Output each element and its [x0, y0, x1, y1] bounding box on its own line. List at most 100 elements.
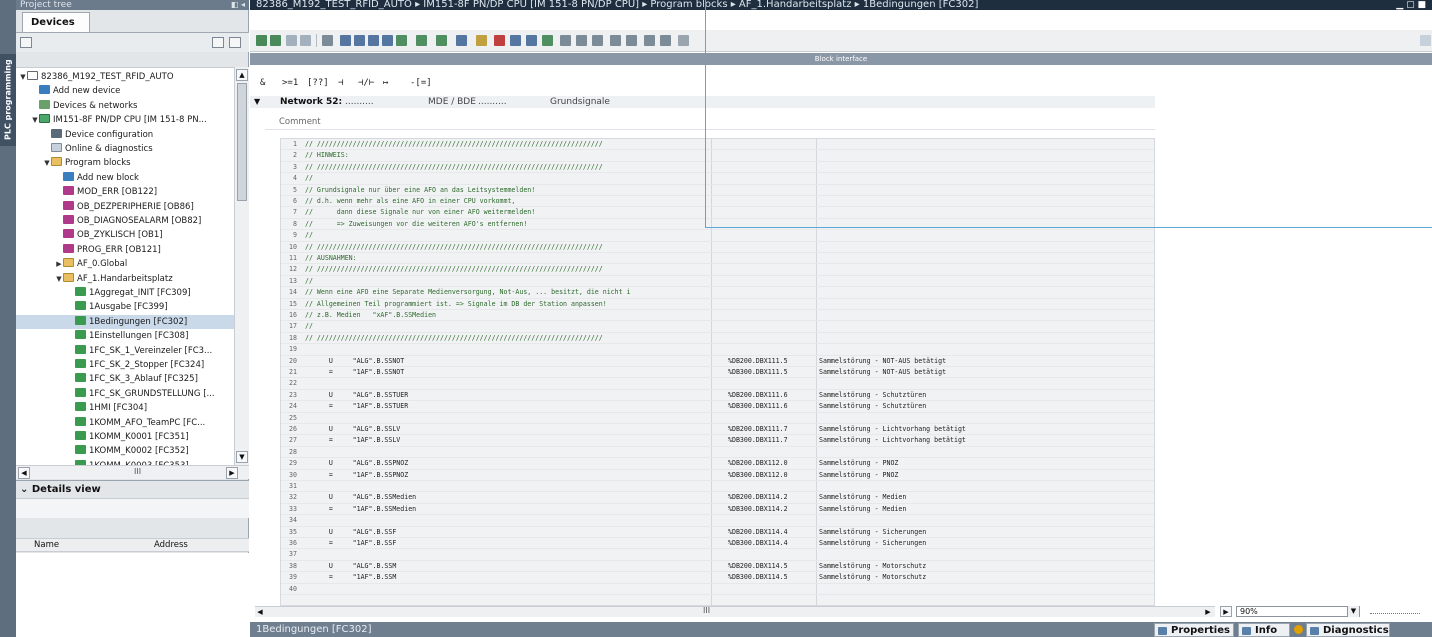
- code-line[interactable]: 38 U "ALG".B.SSM %DB200.DBX114.5 Sammelstö…: [281, 561, 1154, 573]
- zoom-select[interactable]: 90% ▼: [1236, 606, 1360, 617]
- code-line[interactable]: 3 // ////////////////////////////////////…: [281, 162, 1154, 174]
- code-line[interactable]: 24 = "1AF".B.SSTUER %DB300.DBX111.6 Sammel…: [281, 401, 1154, 413]
- collapse-network-icon[interactable]: ▼: [254, 96, 260, 108]
- tree-item[interactable]: 1FC_SK_GRUNDSTELLUNG [...: [16, 387, 234, 401]
- tree-item[interactable]: 1FC_SK_3_Ablauf [FC325]: [16, 372, 234, 386]
- delete-row-icon[interactable]: [300, 35, 311, 46]
- code-line[interactable]: 18 // ///////////////////////////////////…: [281, 333, 1154, 345]
- scroll-right-icon[interactable]: ▶: [1203, 607, 1213, 617]
- tree-item[interactable]: 1FC_SK_2_Stopper [FC324]: [16, 358, 234, 372]
- tree-item[interactable]: ▼ 82386_M192_TEST_RFID_AUTO: [16, 70, 234, 84]
- tab-devices[interactable]: Devices: [22, 12, 90, 32]
- insert-network-icon[interactable]: [256, 35, 267, 46]
- instruction-button[interactable]: &: [260, 78, 265, 88]
- column-address[interactable]: Address: [154, 539, 188, 552]
- plc-programming-tab[interactable]: PLC programming: [0, 54, 16, 146]
- highlight-icon[interactable]: [476, 35, 487, 46]
- cross-reference-icon[interactable]: [660, 35, 671, 46]
- instruction-button[interactable]: ↦: [383, 78, 388, 88]
- tree-item[interactable]: MOD_ERR [OB122]: [16, 185, 234, 199]
- settings-icon[interactable]: [678, 35, 689, 46]
- tree-item[interactable]: OB_ZYKLISCH [OB1]: [16, 228, 234, 242]
- expand-down-icon[interactable]: ▼: [55, 272, 63, 286]
- tree-item[interactable]: PROG_ERR [OB121]: [16, 243, 234, 257]
- find-icon[interactable]: [610, 35, 621, 46]
- step-icon[interactable]: [510, 35, 521, 46]
- tree-item[interactable]: ▶ AF_0.Global: [16, 257, 234, 271]
- insert-row-icon[interactable]: [286, 35, 297, 46]
- tab-properties[interactable]: Properties: [1154, 623, 1234, 637]
- delete-network-icon[interactable]: [270, 35, 281, 46]
- comments-icon[interactable]: [382, 35, 393, 46]
- scroll-right-icon[interactable]: ▶: [226, 467, 238, 479]
- tree-item[interactable]: Add new device: [16, 84, 234, 98]
- chevron-down-icon[interactable]: ▼: [1347, 606, 1359, 617]
- tree-item[interactable]: 1HMI [FC304]: [16, 401, 234, 415]
- code-line[interactable]: 28: [281, 447, 1154, 459]
- absolute-operands-icon[interactable]: [322, 35, 333, 46]
- code-line[interactable]: 19: [281, 344, 1154, 356]
- tree-item[interactable]: 1KOMM_K0001 [FC351]: [16, 430, 234, 444]
- details-view-header[interactable]: ⌄ Details view: [16, 480, 249, 498]
- code-line[interactable]: 5 // Grundsignale nur über eine AFO an da…: [281, 185, 1154, 196]
- code-line[interactable]: 1 // ////////////////////////////////////…: [281, 139, 1154, 151]
- options-icon[interactable]: [1420, 35, 1431, 46]
- code-line[interactable]: 32 U "ALG".B.SSMedien %DB200.DBX114.2 Samm…: [281, 492, 1154, 504]
- call-hierarchy-icon[interactable]: [644, 35, 655, 46]
- instruction-button[interactable]: -[=]: [410, 78, 432, 88]
- code-line[interactable]: 27 = "1AF".B.SSLV %DB300.DBX111.7 Sammelst…: [281, 435, 1154, 447]
- network-comment[interactable]: Comment: [265, 114, 1155, 130]
- tree-item[interactable]: OB_DEZPERIPHERIE [OB86]: [16, 200, 234, 214]
- run-icon[interactable]: [542, 35, 553, 46]
- tab-info[interactable]: Info: [1238, 623, 1290, 637]
- tree-item[interactable]: 1KOMM_K0002 [FC352]: [16, 444, 234, 458]
- step-over-icon[interactable]: [526, 35, 537, 46]
- tree-item[interactable]: ▼ AF_1.Handarbeitsplatz: [16, 272, 234, 286]
- code-line[interactable]: 8 // => Zuweisungen vor die weiteren AFO'…: [281, 219, 1154, 231]
- expand-down-icon[interactable]: ▼: [43, 156, 51, 170]
- code-line[interactable]: 31: [281, 481, 1154, 493]
- code-line[interactable]: 21 = "1AF".B.SSNOT %DB300.DBX111.5 Sammels…: [281, 367, 1154, 379]
- code-line[interactable]: 14 // Wenn eine AFO eine Separate Medienv…: [281, 287, 1154, 299]
- tab-diagnostics[interactable]: Diagnostics: [1306, 623, 1390, 637]
- tree-item[interactable]: 1FC_SK_1_Vereinzeler [FC3...: [16, 344, 234, 358]
- code-line[interactable]: 22: [281, 378, 1154, 390]
- stl-code-editor[interactable]: 1 // ////////////////////////////////////…: [280, 138, 1155, 606]
- open-all-networks-icon[interactable]: [354, 35, 365, 46]
- block-interface-bar[interactable]: Block interface: [250, 53, 1432, 65]
- indent-icon[interactable]: [416, 35, 427, 46]
- instruction-button[interactable]: ⊣/⊢: [358, 78, 374, 88]
- code-line[interactable]: 13 //: [281, 276, 1154, 288]
- insert-comment-icon[interactable]: [396, 35, 407, 46]
- collapse-panel-icon[interactable]: ◧ ◂: [231, 0, 245, 10]
- previous-icon[interactable]: [560, 35, 571, 46]
- tree-vertical-scrollbar[interactable]: ▲ ▼: [234, 67, 249, 465]
- code-line[interactable]: 2 // HINWEIS:: [281, 150, 1154, 162]
- code-line[interactable]: 25: [281, 413, 1154, 424]
- code-line[interactable]: 16 // z.B. Medien "xAF".B.SSMedien: [281, 310, 1154, 322]
- tree-horizontal-scrollbar[interactable]: ◀ III ▶: [16, 465, 249, 479]
- instruction-button[interactable]: [??]: [307, 78, 329, 88]
- overview-icon[interactable]: [212, 37, 224, 48]
- network-header[interactable]: ▼ Network 52: .......... MDE / BDE .....…: [250, 96, 1155, 108]
- tree-item[interactable]: 1Einstellungen [FC308]: [16, 329, 234, 343]
- close-all-networks-icon[interactable]: [368, 35, 379, 46]
- expand-right-icon[interactable]: ▶: [55, 257, 63, 271]
- go-to-icon[interactable]: [592, 35, 603, 46]
- code-line[interactable]: 37: [281, 549, 1154, 561]
- code-line[interactable]: 23 U "ALG".B.SSTUER %DB200.DBX111.6 Sammel…: [281, 390, 1154, 402]
- instruction-button[interactable]: ⊣: [338, 78, 343, 88]
- code-line[interactable]: 11 // AUSNAHMEN:: [281, 253, 1154, 265]
- tree-item[interactable]: Online & diagnostics: [16, 142, 234, 156]
- expand-down-icon[interactable]: ▼: [31, 113, 39, 127]
- tree-item[interactable]: ▼ Program blocks: [16, 156, 234, 170]
- network-overview-icon[interactable]: [340, 35, 351, 46]
- window-controls[interactable]: ▁ ▢ ■: [1396, 0, 1426, 10]
- code-line[interactable]: 40: [281, 584, 1154, 595]
- code-line[interactable]: 39 = "1AF".B.SSM %DB300.DBX114.5 Sammelstö…: [281, 572, 1154, 584]
- code-line[interactable]: 30 = "1AF".B.SSPNOZ %DB300.DBX112.0 Sammel…: [281, 470, 1154, 481]
- tree-item[interactable]: 1Bedingungen [FC302]: [16, 314, 234, 329]
- next-icon[interactable]: [576, 35, 587, 46]
- editor-horizontal-scrollbar[interactable]: ◀ III ▶: [255, 606, 1215, 617]
- code-line[interactable]: 12 // ///////////////////////////////////…: [281, 264, 1154, 276]
